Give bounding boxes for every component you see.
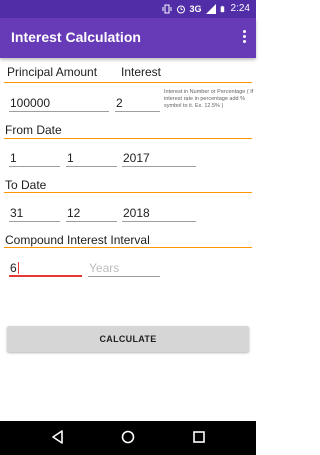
calculate-button[interactable]: CALCULATE [7,326,249,352]
status-icons: 3G 2:24 [162,2,250,16]
app-title: Interest Calculation [11,29,141,45]
interval-unit-field[interactable]: Years [88,259,160,277]
to-year-input[interactable]: 2018 [122,204,196,222]
compound-interval-value: 6 [10,261,17,275]
compound-label: Compound Interest Interval [5,233,150,247]
to-day-input[interactable]: 31 [9,204,60,222]
principal-input[interactable]: 100000 [9,94,109,112]
compound-interval-input[interactable]: 6 [9,259,82,277]
section-divider [4,138,252,139]
recents-icon[interactable] [192,430,206,444]
from-year-input[interactable]: 2017 [122,149,196,167]
from-day-input[interactable]: 1 [9,149,60,167]
principal-label: Principal Amount [7,65,98,79]
from-month-input[interactable]: 1 [66,149,117,167]
vibrate-icon [162,4,172,14]
to-date-label: To Date [5,178,47,192]
section-divider [4,247,252,248]
navigation-bar [0,421,256,455]
status-bar: 3G 2:24 [0,0,256,18]
interest-input[interactable]: 2 [115,94,160,112]
interest-hint: Interest in Number or Percentage ( If in… [164,89,254,109]
back-icon[interactable] [51,430,65,444]
interval-unit-placeholder: Years [89,261,120,275]
clock: 2:24 [230,3,250,14]
signal-icon [205,4,216,14]
to-month-input[interactable]: 12 [66,204,117,222]
alarm-icon [176,5,185,14]
app-bar: Interest Calculation [0,18,256,58]
battery-icon [220,5,224,13]
home-icon[interactable] [121,430,135,444]
interest-label: Interest [121,65,162,79]
text-cursor [17,262,19,274]
section-divider [4,82,252,83]
from-date-label: From Date [5,123,62,137]
network-type: 3G [189,4,202,14]
section-divider [4,192,252,193]
more-vert-icon[interactable] [241,30,247,46]
